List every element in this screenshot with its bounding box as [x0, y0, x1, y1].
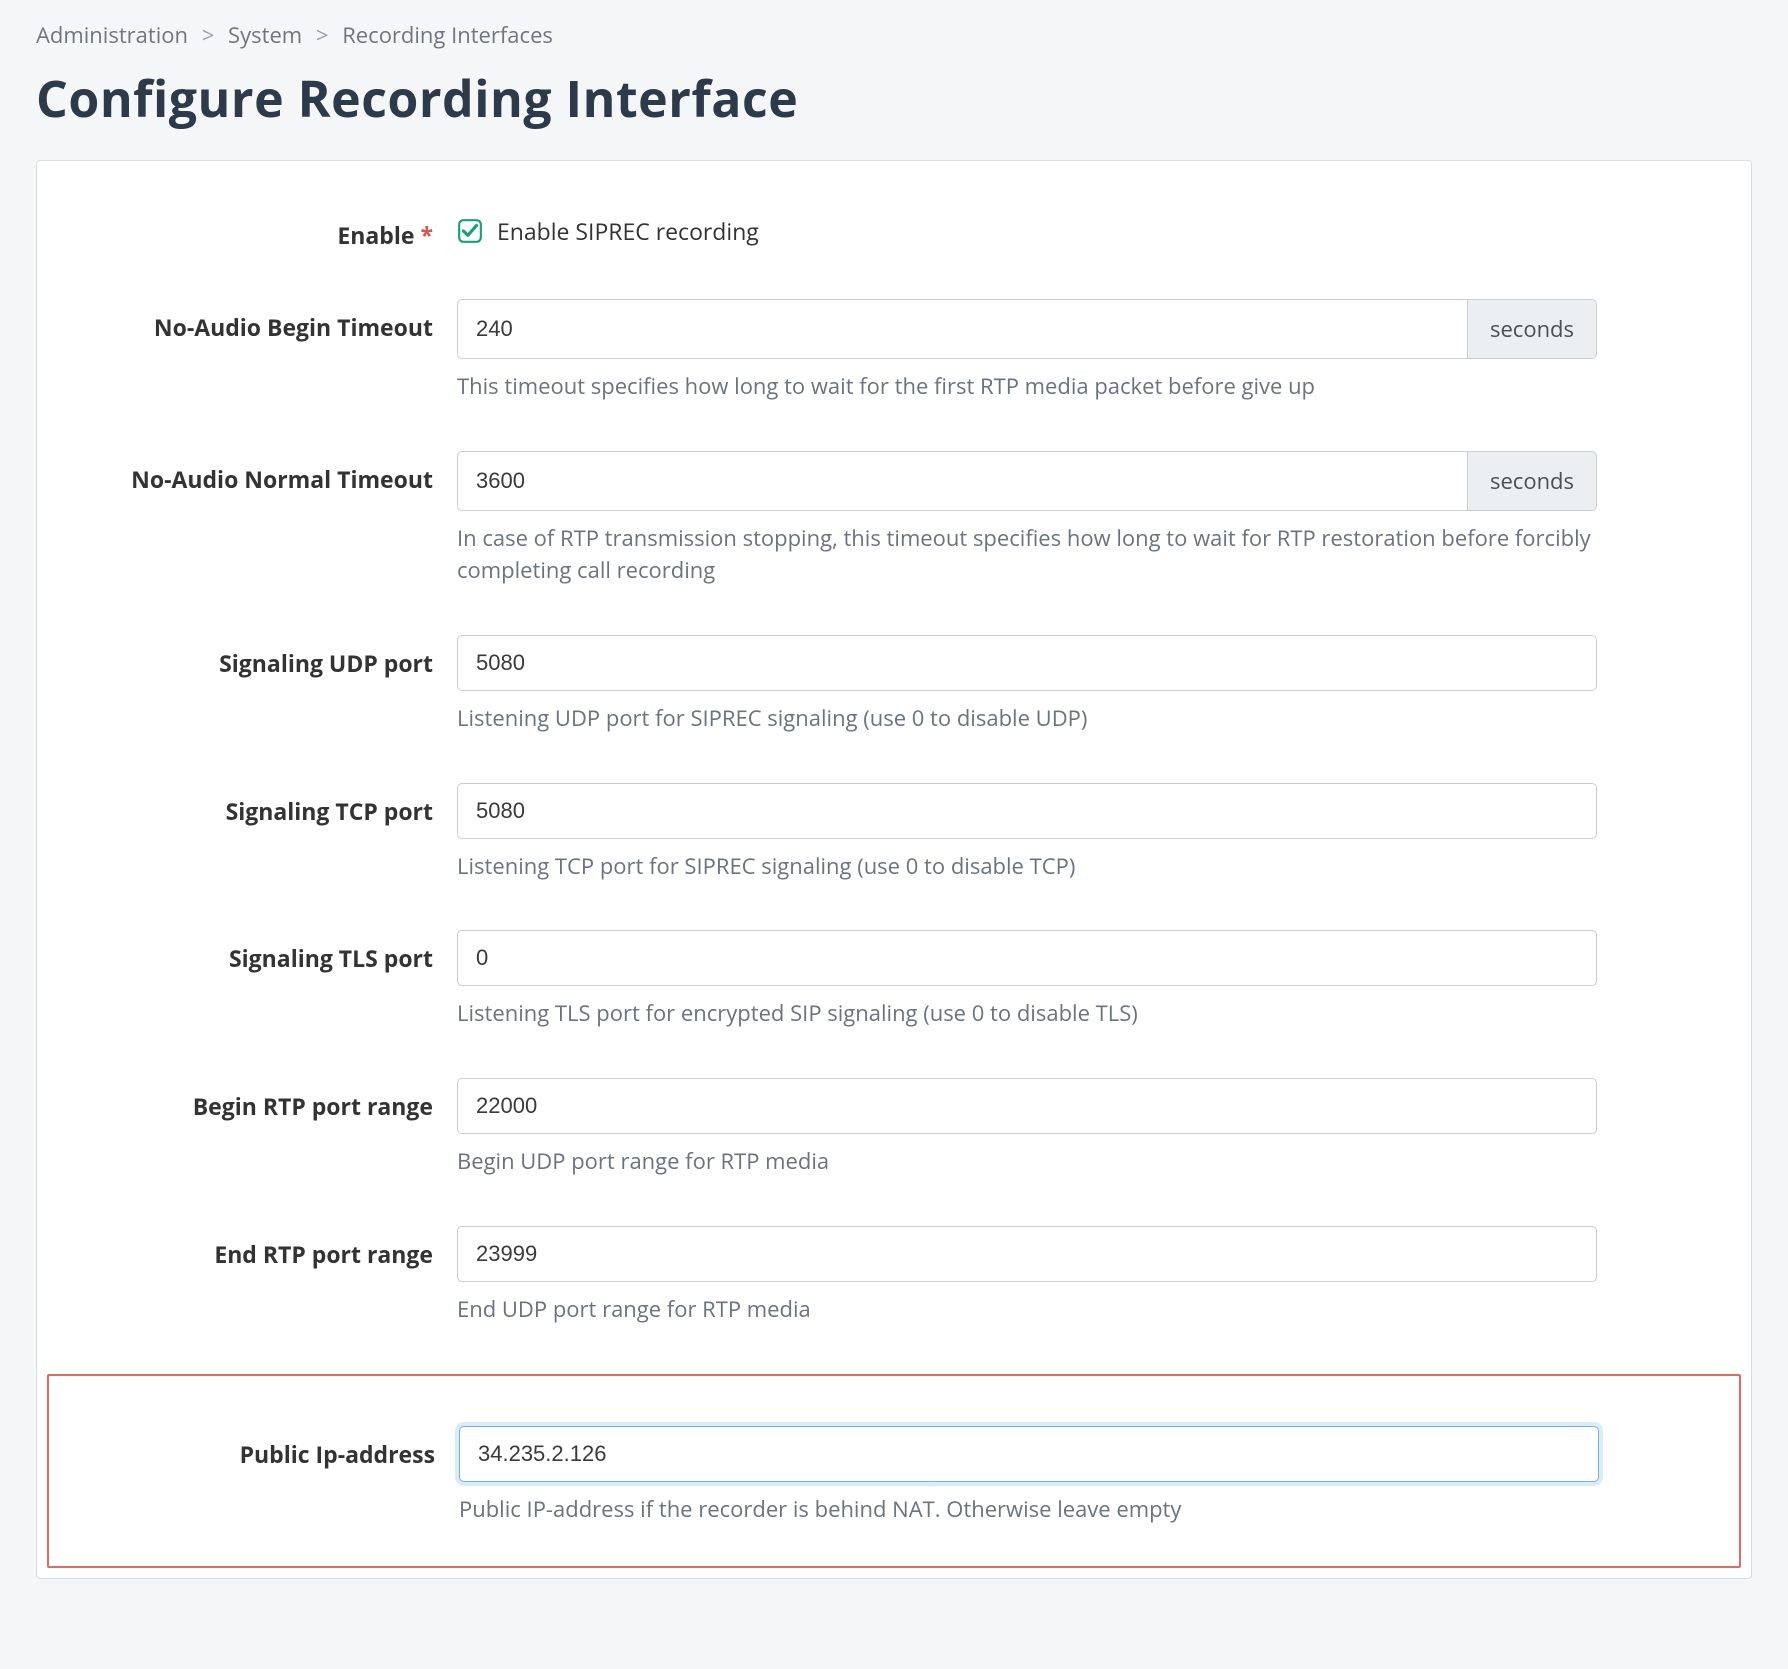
required-mark: * — [420, 219, 433, 251]
label-tcp-port: Signaling TCP port — [97, 783, 457, 827]
row-rtp-end: End RTP port range End UDP port range fo… — [97, 1226, 1691, 1326]
label-public-ip: Public Ip-address — [99, 1426, 459, 1470]
input-udp-port[interactable] — [457, 635, 1597, 691]
input-no-audio-normal[interactable] — [457, 451, 1468, 511]
addon-seconds: seconds — [1468, 451, 1597, 511]
chevron-right-icon: > — [316, 20, 329, 50]
row-public-ip: Public Ip-address Public IP-address if t… — [99, 1426, 1689, 1526]
row-rtp-begin: Begin RTP port range Begin UDP port rang… — [97, 1078, 1691, 1178]
help-no-audio-begin: This timeout specifies how long to wait … — [457, 371, 1597, 403]
addon-seconds: seconds — [1468, 299, 1597, 359]
label-udp-port: Signaling UDP port — [97, 635, 457, 679]
breadcrumb-item[interactable]: System — [228, 20, 302, 50]
breadcrumb-item[interactable]: Recording Interfaces — [342, 20, 553, 50]
input-tcp-port[interactable] — [457, 783, 1597, 839]
row-tls-port: Signaling TLS port Listening TLS port fo… — [97, 930, 1691, 1030]
label-enable: Enable * — [97, 207, 457, 251]
row-no-audio-begin: No-Audio Begin Timeout seconds This time… — [97, 299, 1691, 403]
input-rtp-begin[interactable] — [457, 1078, 1597, 1134]
label-tls-port: Signaling TLS port — [97, 930, 457, 974]
input-no-audio-begin[interactable] — [457, 299, 1468, 359]
row-enable: Enable * Enable SIPREC recording — [97, 207, 1691, 251]
checkbox-checked-icon[interactable] — [457, 218, 483, 244]
chevron-right-icon: > — [202, 20, 215, 50]
help-rtp-end: End UDP port range for RTP media — [457, 1294, 1597, 1326]
help-no-audio-normal: In case of RTP transmission stopping, th… — [457, 523, 1597, 587]
page-title: Configure Recording Interface — [36, 64, 1752, 132]
input-rtp-end[interactable] — [457, 1226, 1597, 1282]
row-no-audio-normal: No-Audio Normal Timeout seconds In case … — [97, 451, 1691, 587]
label-no-audio-begin: No-Audio Begin Timeout — [97, 299, 457, 343]
help-rtp-begin: Begin UDP port range for RTP media — [457, 1146, 1597, 1178]
help-udp-port: Listening UDP port for SIPREC signaling … — [457, 703, 1597, 735]
checkbox-label[interactable]: Enable SIPREC recording — [497, 215, 759, 247]
help-public-ip: Public IP-address if the recorder is beh… — [459, 1494, 1599, 1526]
label-rtp-begin: Begin RTP port range — [97, 1078, 457, 1122]
form-panel: Enable * Enable SIPREC recording No-Audi… — [36, 160, 1752, 1579]
label-no-audio-normal: No-Audio Normal Timeout — [97, 451, 457, 495]
input-tls-port[interactable] — [457, 930, 1597, 986]
breadcrumb: Administration > System > Recording Inte… — [36, 20, 1752, 50]
input-public-ip[interactable] — [459, 1426, 1599, 1482]
row-udp-port: Signaling UDP port Listening UDP port fo… — [97, 635, 1691, 735]
label-rtp-end: End RTP port range — [97, 1226, 457, 1270]
breadcrumb-item[interactable]: Administration — [36, 20, 188, 50]
row-tcp-port: Signaling TCP port Listening TCP port fo… — [97, 783, 1691, 883]
help-tcp-port: Listening TCP port for SIPREC signaling … — [457, 851, 1597, 883]
highlight-public-ip: Public Ip-address Public IP-address if t… — [47, 1374, 1741, 1568]
help-tls-port: Listening TLS port for encrypted SIP sig… — [457, 998, 1597, 1030]
